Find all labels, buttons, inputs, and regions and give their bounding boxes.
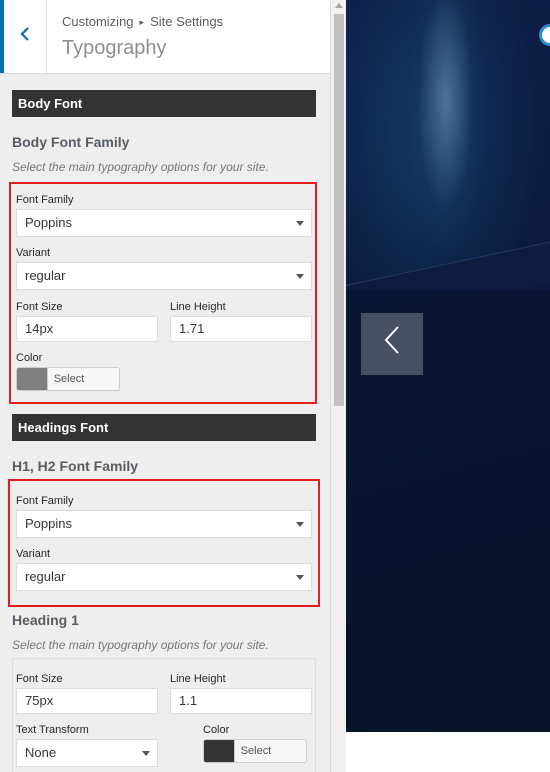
section-bar-headings-font: Headings Font: [12, 414, 316, 441]
h1-line-height-input[interactable]: 1.1: [170, 688, 312, 714]
body-variant-select[interactable]: regular: [16, 262, 312, 290]
chevron-down-icon: [296, 522, 304, 527]
headings-font-family-label: Font Family: [16, 495, 74, 507]
h1-select-color-button[interactable]: Select Color: [203, 739, 307, 763]
scroll-up-arrow-icon[interactable]: [335, 3, 343, 8]
body-font-family-select[interactable]: Poppins: [16, 209, 312, 237]
chevron-left-icon: [20, 25, 30, 48]
body-font-family-heading: Body Font Family: [12, 134, 130, 150]
body-color-swatch: [17, 368, 47, 390]
chevron-left-icon: [383, 325, 401, 363]
breadcrumb: Customizing ▸ Site Settings: [62, 14, 223, 29]
body-select-color-label: Select Color: [46, 368, 119, 390]
h1-color-swatch: [204, 740, 234, 762]
body-font-family-label: Font Family: [16, 194, 74, 206]
body-variant-value: regular: [25, 268, 66, 283]
site-preview: [346, 0, 550, 732]
chevron-down-icon: [296, 221, 304, 226]
headings-variant-label: Variant: [16, 548, 51, 560]
body-select-color-button[interactable]: Select Color: [16, 367, 120, 391]
h1-text-transform-select[interactable]: None: [16, 739, 158, 767]
customizer-sidebar: Customizing ▸ Site Settings Typography Bod…: [0, 0, 330, 772]
body-variant-label: Variant: [16, 247, 51, 259]
body-font-size-label: Font Size: [16, 301, 63, 313]
chevron-down-icon: [296, 575, 304, 580]
h1-font-size-label: Font Size: [16, 673, 63, 685]
headings-font-family-value: Poppins: [25, 516, 72, 531]
h1-line-height-label: Line Height: [170, 673, 226, 685]
slider-prev-button[interactable]: [361, 313, 423, 375]
back-button[interactable]: [0, 0, 47, 73]
breadcrumb-separator: ▸: [139, 17, 145, 27]
panel-title: Typography: [62, 37, 167, 59]
preview-footer-area: [346, 732, 550, 772]
breadcrumb-root: Customizing: [62, 14, 134, 29]
body-font-size-input[interactable]: 14px: [16, 316, 158, 342]
body-font-description: Select the main typography options for y…: [12, 160, 269, 174]
body-line-height-input[interactable]: 1.71: [170, 316, 312, 342]
section-bar-body-font: Body Font: [12, 90, 316, 117]
heading-1-heading: Heading 1: [12, 612, 79, 628]
body-line-height-label: Line Height: [170, 301, 226, 313]
heading-1-description: Select the main typography options for y…: [12, 638, 269, 652]
headings-variant-value: regular: [25, 569, 66, 584]
body-color-label: Color: [16, 352, 43, 364]
headings-variant-select[interactable]: regular: [16, 563, 312, 591]
h1-select-color-label: Select Color: [233, 740, 306, 762]
h1-font-size-input[interactable]: 75px: [16, 688, 158, 714]
h1-text-transform-value: None: [25, 745, 57, 760]
h1-h2-font-family-heading: H1, H2 Font Family: [12, 458, 139, 474]
customizer-header: Customizing ▸ Site Settings Typography: [0, 0, 330, 74]
scrollbar-thumb[interactable]: [334, 14, 344, 406]
headings-font-family-select[interactable]: Poppins: [16, 510, 312, 538]
body-font-family-value: Poppins: [25, 215, 72, 230]
h1-color-label: Color: [203, 724, 230, 736]
chevron-down-icon: [142, 751, 150, 756]
breadcrumb-parent: Site Settings: [150, 14, 224, 29]
chevron-down-icon: [296, 274, 304, 279]
h1-text-transform-label: Text Transform: [16, 724, 89, 736]
sidebar-scrollbar[interactable]: [330, 0, 346, 772]
preview-edit-badge-icon[interactable]: [539, 24, 550, 46]
